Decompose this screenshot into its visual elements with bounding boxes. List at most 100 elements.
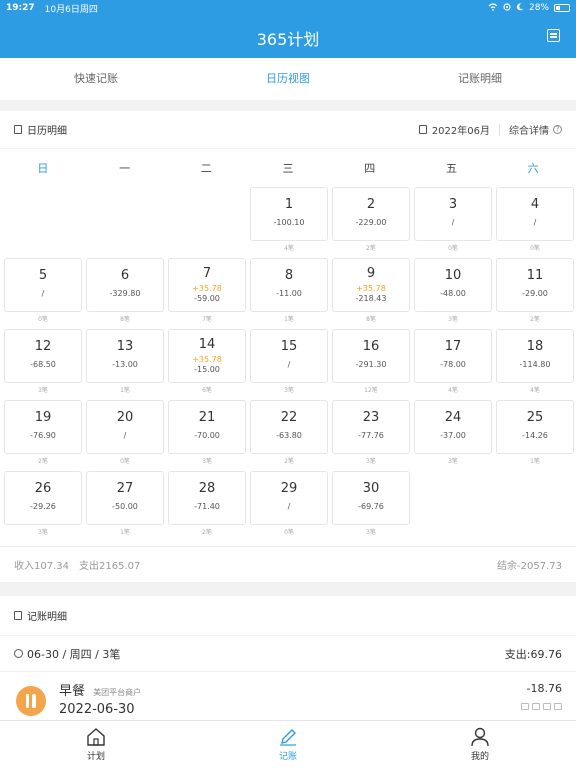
tab-calendar-view[interactable]: 日历视图: [192, 58, 384, 100]
document-icon: [14, 125, 22, 134]
day-record-count: 0笔: [448, 245, 458, 252]
calendar-day-button[interactable]: 8 -11.00: [250, 258, 328, 312]
calendar-day-button[interactable]: 23 -77.76: [332, 400, 410, 454]
bag-icon: [554, 703, 562, 710]
calendar-day-button[interactable]: 24 -37.00: [414, 400, 492, 454]
day-number: 12: [34, 339, 52, 354]
document-icon: [14, 611, 22, 620]
tabbar-bookkeeping[interactable]: 记账: [192, 721, 384, 768]
weekday-label: 三: [282, 162, 294, 175]
receipt-icon: [543, 703, 551, 710]
calendar-day-cell: 25 -14.26 1笔: [494, 400, 576, 471]
day-record-count: 6笔: [202, 387, 212, 394]
utensils-icon: [16, 686, 46, 716]
day-expense: -63.80: [276, 431, 302, 440]
tabbar-plan[interactable]: 计划: [0, 721, 192, 768]
calendar-day-button[interactable]: 17 -78.00: [414, 329, 492, 383]
summary-link[interactable]: 综合详情: [509, 122, 549, 137]
calendar-card: 日历明细 2022年06月 综合详情 ? 日 一 二 三 四 五 六 1 -100…: [0, 111, 576, 582]
calendar-day-button[interactable]: 16 -291.30: [332, 329, 410, 383]
calendar-day-button[interactable]: 25 -14.26: [496, 400, 574, 454]
day-expense: -13.00: [112, 360, 138, 369]
clock-icon: [14, 649, 23, 658]
record-merchant: 美团平台商户: [93, 688, 142, 697]
calendar-day-button[interactable]: 14 +35.78 -15.00: [168, 329, 246, 383]
calendar-day-button[interactable]: 27 -50.00: [86, 471, 164, 525]
day-expense: -329.80: [109, 289, 141, 298]
weekday-label: 四: [364, 162, 376, 175]
day-number: 6: [120, 268, 130, 283]
wifi-icon: [488, 2, 498, 14]
tabbar-mine[interactable]: 我的: [384, 721, 576, 768]
pencil-icon: [280, 729, 296, 746]
calendar-day-button[interactable]: 15 /: [250, 329, 328, 383]
calendar-day-button[interactable]: 3/: [414, 187, 492, 241]
calendar-day-cell: 27 -50.00 1笔: [84, 471, 166, 542]
calendar-day-cell: 3/0笔: [412, 187, 494, 258]
day-expense: -76.90: [30, 431, 56, 440]
page-title: 365计划: [256, 30, 320, 49]
status-right: 28%: [488, 2, 570, 14]
calendar-day-button[interactable]: 2 -229.00: [332, 187, 410, 241]
day-expense: -71.40: [194, 502, 220, 511]
day-record-count: 3笔: [284, 387, 294, 394]
day-number: 21: [198, 410, 216, 425]
day-expense: -11.00: [276, 289, 302, 298]
calendar-section-title: 日历明细: [27, 126, 67, 137]
calendar-day-button[interactable]: 12 -68.50: [4, 329, 82, 383]
record-item[interactable]: 早餐 美团平台商户 2022-06-30 -18.76: [0, 672, 576, 720]
group-label: 06-30 / 周四 / 3笔: [27, 647, 121, 661]
calendar-day-button[interactable]: 21 -70.00: [168, 400, 246, 454]
calendar-day-button[interactable]: 18 -114.80: [496, 329, 574, 383]
info-icon[interactable]: ?: [553, 125, 562, 134]
calendar-day-button[interactable]: 29 /: [250, 471, 328, 525]
day-group-header[interactable]: 06-30 / 周四 / 3笔 支出:69.76: [0, 636, 576, 672]
day-expense: /: [287, 360, 291, 369]
calendar-day-button[interactable]: 22 -63.80: [250, 400, 328, 454]
calendar-day-button[interactable]: 6 -329.80: [86, 258, 164, 312]
calendar-header-actions: 2022年06月 综合详情 ?: [418, 122, 562, 137]
day-record-count: 2笔: [530, 316, 540, 323]
day-number: 23: [362, 410, 380, 425]
tabbar-label: 我的: [470, 752, 489, 762]
calendar-list-icon[interactable]: [547, 29, 560, 42]
month-selector[interactable]: 2022年06月: [432, 122, 490, 137]
clock-icon: [532, 703, 540, 710]
calendar-day-button[interactable]: 7 +35.78 -59.00: [168, 258, 246, 312]
calendar-day-button[interactable]: 13 -13.00: [86, 329, 164, 383]
calendar-day-cell: 1 -100.10 4笔: [248, 187, 330, 258]
day-number: 20: [116, 410, 134, 425]
calendar-day-button[interactable]: 1 -100.10: [250, 187, 328, 241]
weekday-label: 日: [37, 162, 49, 175]
calendar-day-button[interactable]: 30 -69.76: [332, 471, 410, 525]
top-tabs: 快速记账 日历视图 记账明细: [0, 58, 576, 100]
calendar-day-button[interactable]: 19 -76.90: [4, 400, 82, 454]
location-icon: [503, 2, 511, 14]
tab-quick-entry[interactable]: 快速记账: [0, 58, 192, 100]
day-number: 10: [444, 268, 462, 283]
calendar-day-button[interactable]: 20 /: [86, 400, 164, 454]
nav-bar: 365计划: [0, 16, 576, 58]
day-number: 5: [38, 268, 48, 283]
calendar-day-button[interactable]: 10 -48.00: [414, 258, 492, 312]
calendar-day-cell: 15 / 3笔: [248, 329, 330, 400]
calendar-day-button[interactable]: 26 -29.26: [4, 471, 82, 525]
day-income: +35.78: [192, 355, 222, 364]
calendar-empty-cell: [2, 187, 84, 258]
calendar-day-button[interactable]: 4/: [496, 187, 574, 241]
calendar-day-button[interactable]: 5/: [4, 258, 82, 312]
tab-record-detail[interactable]: 记账明细: [384, 58, 576, 100]
day-number: 26: [34, 481, 52, 496]
calendar-day-button[interactable]: 28 -71.40: [168, 471, 246, 525]
day-number: 24: [444, 410, 462, 425]
day-record-count: 3笔: [38, 387, 48, 394]
calendar-day-button[interactable]: 11 -29.00: [496, 258, 574, 312]
month-income: 收入107.34: [14, 561, 69, 572]
calendar-day-cell: 4/0笔: [494, 187, 576, 258]
status-bar: 19:27 10月6日周四 28%: [0, 0, 576, 16]
day-expense: -48.00: [440, 289, 466, 298]
weekday-label: 二: [200, 162, 212, 175]
record-date: 2022-06-30: [59, 702, 135, 717]
day-number: 25: [526, 410, 544, 425]
calendar-day-button[interactable]: 9 +35.78 -218.43: [332, 258, 410, 312]
